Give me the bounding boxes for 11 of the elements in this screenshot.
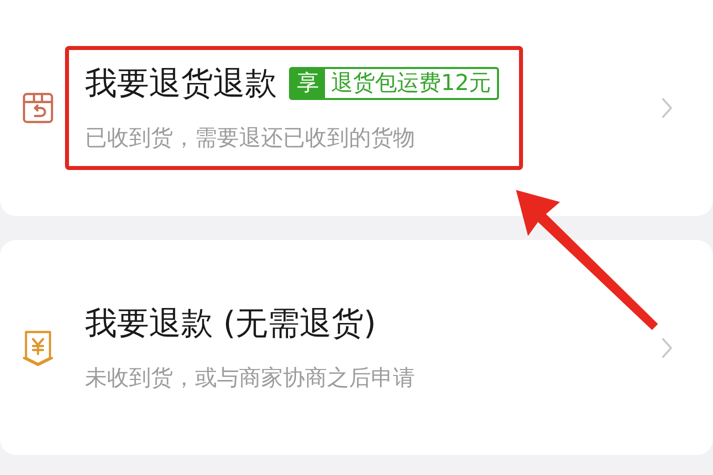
option-card[interactable]: 我要退款 (无需退货) 未收到货，或与商家协商之后申请 (0, 240, 713, 455)
chevron-right-icon (661, 97, 673, 119)
box-return-icon (22, 92, 54, 124)
option-subtitle: 已收到货，需要退还已收到的货物 (85, 125, 416, 153)
option-title: 我要退款 (无需退货) (85, 302, 376, 342)
option-subtitle: 未收到货，或与商家协商之后申请 (85, 364, 415, 392)
option-title: 我要退货退款 (85, 63, 277, 103)
shipping-badge: 享 退货包运费12元 (289, 66, 499, 100)
option-card[interactable]: 我要退货退款 享 退货包运费12元 已收到货，需要退还已收到的货物 (0, 0, 713, 216)
yuan-tag-icon (22, 330, 54, 366)
chevron-right-icon (661, 336, 673, 358)
